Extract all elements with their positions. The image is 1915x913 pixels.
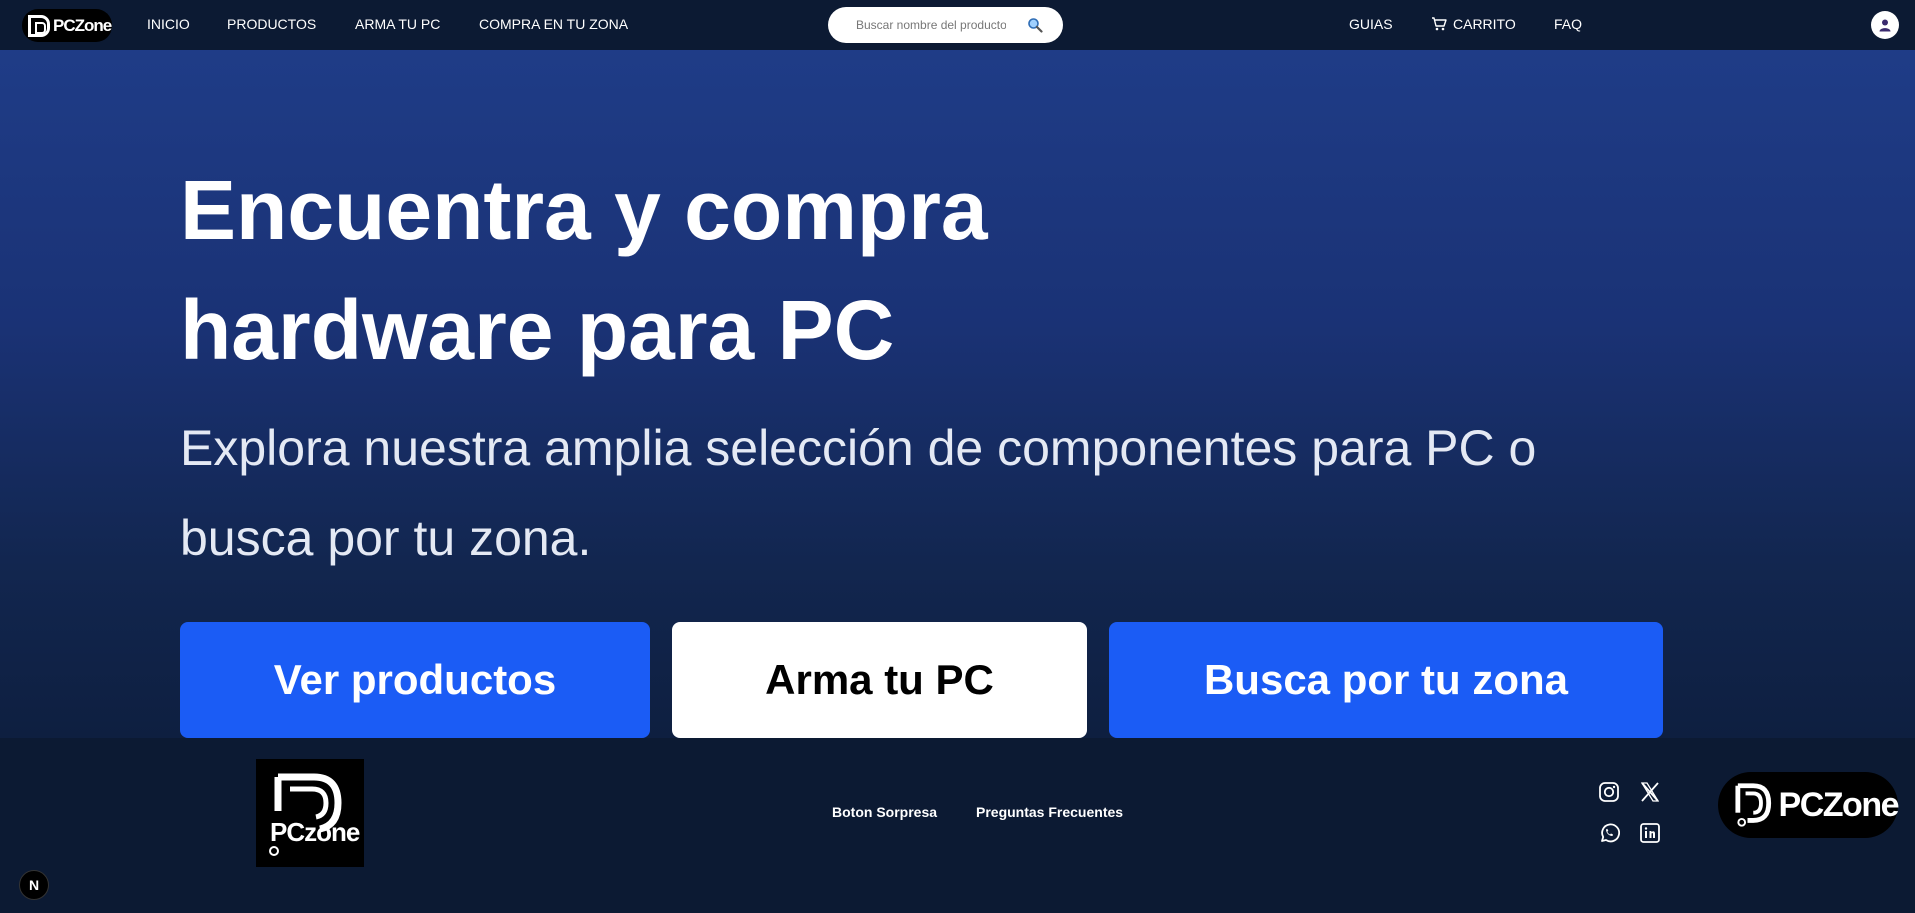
user-avatar[interactable]	[1871, 11, 1899, 39]
arma-tu-pc-button[interactable]: Arma tu PC	[672, 622, 1087, 738]
pczone-badge-mark-icon	[1735, 783, 1772, 827]
busca-por-tu-zona-button[interactable]: Busca por tu zona	[1109, 622, 1663, 738]
footer-logo[interactable]: PCzone	[256, 759, 364, 867]
carrito-label: CARRITO	[1453, 16, 1516, 32]
footer-link-preguntas-frecuentes[interactable]: Preguntas Frecuentes	[976, 804, 1123, 820]
nav-link-compra-en-tu-zona[interactable]: COMPRA EN TU ZONA	[479, 16, 628, 32]
pczone-logo[interactable]: PCZone	[22, 9, 112, 42]
nav-link-productos[interactable]: PRODUCTOS	[227, 16, 316, 32]
search-box	[828, 7, 1063, 43]
footer: PCzone Boton Sorpresa Preguntas Frecuent…	[0, 738, 1915, 913]
next-dev-badge[interactable]: N	[19, 870, 49, 900]
whatsapp-icon[interactable]	[1598, 822, 1620, 844]
nav-link-arma-tu-pc[interactable]: ARMA TU PC	[355, 16, 440, 32]
footer-link-boton-sorpresa[interactable]: Boton Sorpresa	[832, 804, 937, 820]
instagram-icon[interactable]	[1598, 781, 1620, 803]
hero-title: Encuentra y compra hardware para PC	[180, 163, 988, 377]
footer-logo-text: PCzone	[270, 817, 360, 847]
cart-icon	[1432, 17, 1447, 31]
logo-text: PCZone	[53, 15, 112, 35]
search-icon[interactable]	[1027, 17, 1043, 33]
pczone-footer-logo-icon: PCzone	[269, 773, 361, 856]
ver-productos-button[interactable]: Ver productos	[180, 622, 650, 738]
hero-subtitle: Explora nuestra amplia selección de comp…	[180, 420, 1537, 566]
x-icon[interactable]	[1639, 781, 1661, 803]
logo-mark-icon	[28, 14, 50, 37]
search-input[interactable]	[856, 18, 1006, 32]
navbar: PCZone INICIO PRODUCTOS ARMA TU PC COMPR…	[0, 0, 1915, 50]
nav-link-guias[interactable]: GUIAS	[1349, 16, 1393, 32]
linkedin-icon[interactable]	[1639, 822, 1661, 844]
nav-link-faq[interactable]: FAQ	[1554, 16, 1582, 32]
pczone-badge-text: PCZone	[1778, 785, 1900, 824]
user-icon	[1879, 19, 1891, 32]
nav-link-inicio[interactable]: INICIO	[147, 16, 190, 32]
nav-link-carrito[interactable]: CARRITO	[1431, 16, 1516, 32]
pczone-badge[interactable]: PCZone	[1718, 772, 1900, 838]
hero-section: Encuentra y compra hardware para PC Expl…	[0, 50, 1915, 738]
